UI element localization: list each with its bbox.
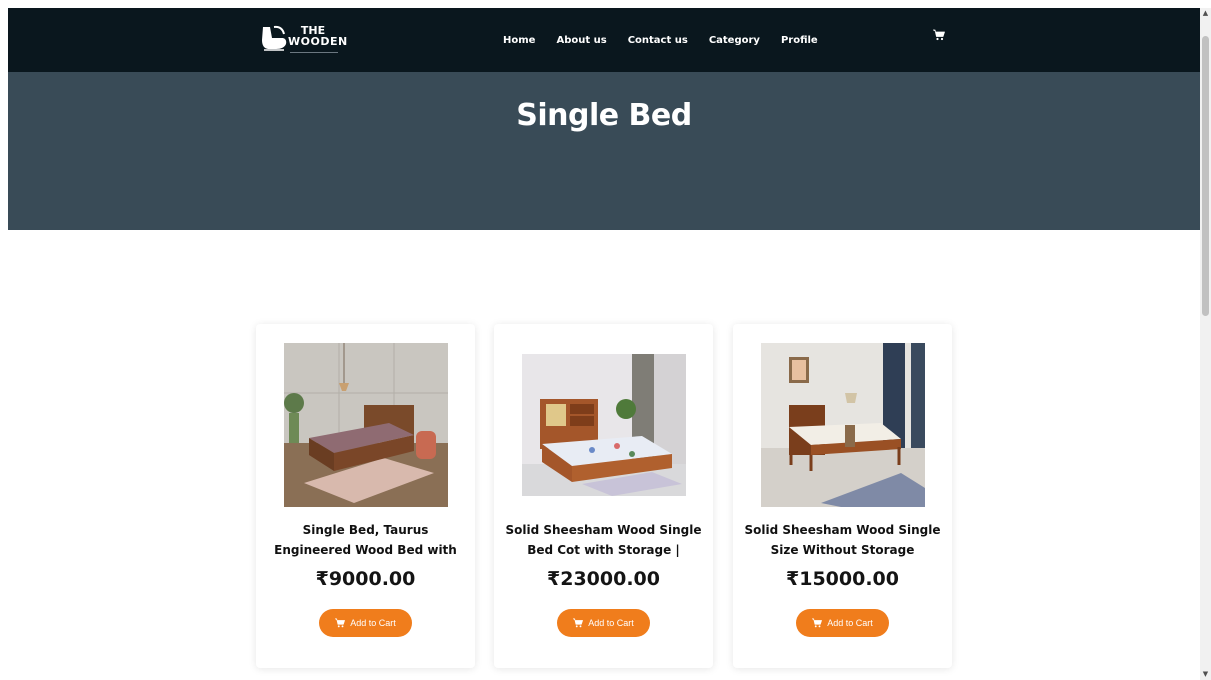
product-price: ₹9000.00 xyxy=(315,568,416,590)
product-price: ₹23000.00 xyxy=(547,568,660,590)
scroll-down-arrow-icon[interactable]: ▼ xyxy=(1200,669,1211,680)
product-image[interactable] xyxy=(761,343,925,507)
vertical-scrollbar[interactable]: ▲ ▼ xyxy=(1200,8,1211,680)
product-card: Solid Sheesham Wood Single Bed Cot with … xyxy=(494,324,713,668)
add-to-cart-label: Add to Cart xyxy=(827,618,873,628)
browser-viewport: THE WOODEN Home About us Contact us Cate… xyxy=(8,8,1200,680)
nav-profile[interactable]: Profile xyxy=(781,35,818,46)
scroll-up-arrow-icon[interactable]: ▲ xyxy=(1200,8,1211,19)
product-card: Solid Sheesham Wood Single Size Without … xyxy=(733,324,952,668)
nav-links: Home About us Contact us Category Profil… xyxy=(503,8,839,72)
product-title[interactable]: Solid Sheesham Wood Single Size Without … xyxy=(741,520,944,560)
product-card: Single Bed, Taurus Engineered Wood Bed w… xyxy=(256,324,475,668)
scroll-thumb[interactable] xyxy=(1202,36,1209,316)
shopping-cart-icon xyxy=(812,618,823,628)
add-to-cart-button[interactable]: Add to Cart xyxy=(557,609,650,637)
bed-photo-2 xyxy=(522,354,686,496)
product-title[interactable]: Solid Sheesham Wood Single Bed Cot with … xyxy=(502,520,705,560)
nav-home[interactable]: Home xyxy=(503,35,535,46)
nav-about-us[interactable]: About us xyxy=(556,35,606,46)
page-title: Single Bed xyxy=(516,98,692,133)
logo[interactable]: THE WOODEN xyxy=(260,22,350,58)
add-to-cart-button[interactable]: Add to Cart xyxy=(796,609,889,637)
product-price: ₹15000.00 xyxy=(786,568,899,590)
product-title[interactable]: Single Bed, Taurus Engineered Wood Bed w… xyxy=(264,520,467,560)
add-to-cart-label: Add to Cart xyxy=(588,618,634,628)
add-to-cart-button[interactable]: Add to Cart xyxy=(319,609,412,637)
logo-line-2: WOODEN xyxy=(288,35,348,48)
shopping-cart-icon xyxy=(573,618,584,628)
bed-photo-3 xyxy=(761,343,925,507)
nav-contact-us[interactable]: Contact us xyxy=(628,35,688,46)
add-to-cart-label: Add to Cart xyxy=(350,618,396,628)
bed-photo-1 xyxy=(284,343,448,507)
hero-banner: Single Bed xyxy=(8,72,1200,230)
shopping-cart-icon[interactable] xyxy=(933,29,945,41)
logo-text: THE WOODEN xyxy=(288,25,348,48)
logo-underline xyxy=(290,52,338,53)
nav-category[interactable]: Category xyxy=(709,35,760,46)
shopping-cart-icon xyxy=(335,618,346,628)
navbar: THE WOODEN Home About us Contact us Cate… xyxy=(8,8,1200,72)
product-image[interactable] xyxy=(284,343,448,507)
product-image[interactable] xyxy=(522,354,686,496)
chair-logo-icon xyxy=(262,25,287,51)
